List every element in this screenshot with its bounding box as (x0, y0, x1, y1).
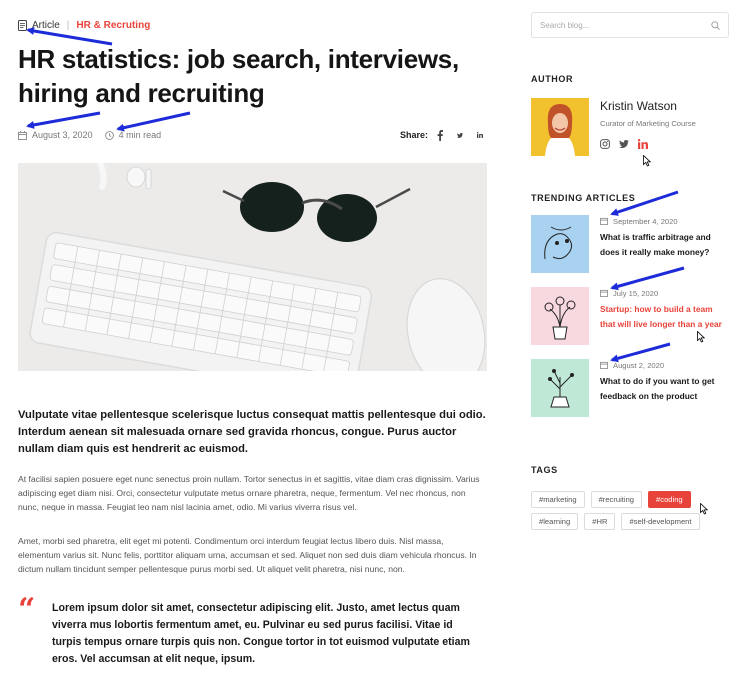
trending-date: August 2, 2020 (600, 359, 728, 371)
author-info: Kristin Watson Curator of Marketing Cour… (600, 98, 696, 156)
keyboard-illustration (18, 163, 487, 371)
blockquote-text: Lorem ipsum dolor sit amet, consectetur … (52, 602, 470, 665)
trending-title[interactable]: What is traffic arbitrage and does it re… (600, 230, 728, 260)
breadcrumb-separator: | (66, 19, 70, 31)
author-social-links (600, 139, 696, 149)
sidebar: AUTHOR Kristin Watson Curator of Marketi… (531, 12, 729, 535)
trending-article[interactable]: September 4, 2020 What is traffic arbitr… (531, 215, 729, 273)
trending-title[interactable]: Startup: how to build a team that will l… (600, 302, 728, 332)
document-icon (18, 19, 27, 31)
author-name[interactable]: Kristin Watson (600, 99, 696, 113)
tag-chip[interactable]: #HR (584, 513, 616, 530)
calendar-icon (18, 130, 27, 140)
twitter-icon[interactable] (457, 130, 468, 141)
linkedin-icon[interactable] (477, 130, 488, 141)
read-time-text: 4 min read (118, 130, 162, 140)
trending-date-text: September 4, 2020 (613, 216, 678, 226)
share-label: Share: (399, 130, 428, 140)
author-heading: AUTHOR (531, 74, 574, 84)
author-card: Kristin Watson Curator of Marketing Cour… (531, 98, 729, 156)
trending-heading: TRENDING ARTICLES (531, 193, 636, 203)
trending-thumbnail[interactable] (531, 359, 589, 417)
calendar-icon (600, 289, 608, 297)
mouse-cursor-icon (700, 503, 708, 515)
linkedin-icon[interactable] (638, 139, 648, 149)
article-main: Article | HR & Recruting HR statistics: … (18, 18, 488, 668)
search-icon[interactable] (711, 20, 720, 30)
article-title: HR statistics: job search, interviews, h… (18, 44, 459, 108)
trending-date-text: July 15, 2020 (613, 288, 659, 298)
article-meta: August 3, 2020 4 min read Share: (18, 128, 488, 142)
trending-date: July 15, 2020 (600, 287, 728, 299)
calendar-icon (600, 217, 608, 225)
article-lead: Vulputate vitae pellentesque scelerisque… (18, 409, 486, 455)
trending-article[interactable]: August 2, 2020 What to do if you want to… (531, 359, 729, 417)
twitter-icon[interactable] (619, 139, 629, 149)
read-time: 4 min read (104, 130, 162, 140)
trending-article-body: August 2, 2020 What to do if you want to… (600, 359, 728, 417)
trending-thumbnail[interactable] (531, 287, 589, 345)
article-paragraph-2: Amet, morbi sed pharetra, elit eget mi p… (18, 536, 477, 574)
tag-chip-active[interactable]: #coding (648, 491, 691, 508)
blockquote: “ Lorem ipsum dolor sit amet, consectetu… (18, 592, 488, 668)
trending-article-body: September 4, 2020 What is traffic arbitr… (600, 215, 728, 273)
calendar-icon (600, 361, 608, 369)
search-box (531, 12, 729, 38)
clock-icon (104, 130, 114, 140)
article-paragraph-1: At facilisi sapien posuere eget nunc sen… (18, 474, 480, 512)
author-avatar[interactable] (531, 98, 589, 156)
share-bar: Share: (399, 129, 488, 141)
facebook-icon[interactable] (437, 129, 448, 141)
breadcrumb-tag-link[interactable]: HR & Recruting (76, 20, 150, 31)
trending-thumbnail[interactable] (531, 215, 589, 273)
mouse-cursor-icon (643, 155, 651, 167)
trending-list: September 4, 2020 What is traffic arbitr… (531, 215, 729, 417)
instagram-icon[interactable] (600, 139, 610, 149)
tag-chip[interactable]: #marketing (531, 491, 585, 508)
breadcrumb-category-link[interactable]: Article (32, 20, 60, 31)
tag-chip[interactable]: #self-development (621, 513, 700, 530)
trending-date-text: August 2, 2020 (613, 360, 665, 370)
tag-chip[interactable]: #learning (531, 513, 579, 530)
publish-date-text: August 3, 2020 (32, 130, 93, 140)
quote-mark-icon: “ (18, 592, 36, 627)
trending-article-body: July 15, 2020 Startup: how to build a te… (600, 287, 728, 345)
search-input[interactable] (540, 20, 711, 30)
publish-date: August 3, 2020 (18, 130, 93, 140)
mouse-cursor-icon (697, 331, 705, 343)
breadcrumb: Article | HR & Recruting (18, 18, 488, 32)
author-role: Curator of Marketing Course (600, 119, 696, 128)
tags-heading: TAGS (531, 465, 558, 475)
hero-image (18, 163, 487, 371)
trending-date: September 4, 2020 (600, 215, 728, 227)
trending-title[interactable]: What to do if you want to get feedback o… (600, 374, 728, 404)
tag-chip[interactable]: #recruiting (590, 491, 643, 508)
